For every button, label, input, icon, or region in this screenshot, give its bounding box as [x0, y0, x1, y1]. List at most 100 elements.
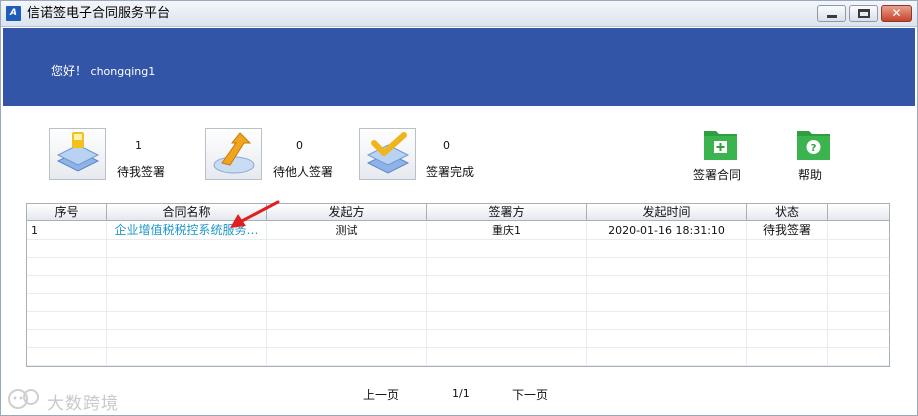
username: chongqing1: [90, 65, 156, 78]
empty-cell: [267, 276, 427, 294]
watermark-text: 大数跨境: [47, 394, 119, 414]
pending-me-button[interactable]: [49, 128, 106, 180]
empty-cell: [107, 294, 267, 312]
empty-cell: [27, 258, 107, 276]
pending-others-label: 待他人签署: [273, 165, 334, 179]
header-banner: 您好！ chongqing1: [3, 28, 915, 106]
check-layers-icon: [366, 132, 410, 174]
empty-cell: [747, 294, 828, 312]
empty-cell: [587, 258, 747, 276]
empty-cell: [267, 330, 427, 348]
empty-cell: [427, 294, 587, 312]
empty-cell: [747, 240, 828, 258]
empty-cell: [747, 348, 828, 366]
empty-cell: [747, 276, 828, 294]
completed-button[interactable]: [359, 128, 416, 180]
watermark-logo-icon: [8, 389, 39, 409]
empty-cell: [747, 312, 828, 330]
empty-cell: [27, 312, 107, 330]
column-header-signer[interactable]: 签署方: [427, 204, 587, 221]
empty-cell: [107, 330, 267, 348]
pagination: 上一页 1/1 下一页: [1, 386, 918, 404]
empty-cell: [267, 258, 427, 276]
pending-me-label: 待我签署: [117, 165, 166, 179]
empty-cell: [427, 330, 587, 348]
greeting-label: 您好！: [51, 64, 88, 78]
empty-cell: [587, 330, 747, 348]
empty-cell: [267, 348, 427, 366]
user-greeting: 您好！ chongqing1: [51, 62, 155, 79]
empty-table-row: [27, 240, 889, 258]
empty-cell: [27, 348, 107, 366]
empty-cell: [427, 276, 587, 294]
annotation-arrow-icon: [230, 200, 280, 228]
minimize-icon: [827, 15, 837, 18]
row-time: 2020-01-16 18:31:10: [587, 222, 747, 240]
empty-cell: [587, 294, 747, 312]
folder-question-icon[interactable]: ?: [796, 127, 831, 161]
minimize-button[interactable]: [817, 5, 846, 22]
empty-table-row: [27, 348, 889, 366]
row-status: 待我签署: [747, 222, 828, 240]
pending-others-button[interactable]: [205, 128, 262, 180]
empty-cell: [27, 240, 107, 258]
empty-table-row: [27, 330, 889, 348]
empty-cell: [587, 312, 747, 330]
completed-count: 0: [443, 139, 450, 152]
empty-cell: [427, 258, 587, 276]
empty-cell: [267, 240, 427, 258]
row-index: 1: [27, 222, 107, 240]
empty-table-row: [27, 312, 889, 330]
empty-cell: [107, 258, 267, 276]
empty-cell: [427, 312, 587, 330]
app-window: A 信诺签电子合同服务平台 ✕ 您好！ chongqing1 1 待我签署 0 …: [0, 0, 918, 416]
empty-cell: [427, 348, 587, 366]
maximize-button[interactable]: [849, 5, 878, 22]
empty-cell: [587, 348, 747, 366]
app-logo-icon: A: [6, 6, 21, 21]
pending-me-count: 1: [135, 139, 142, 152]
pending-others-count: 0: [296, 139, 303, 152]
prev-page-button[interactable]: 上一页: [363, 386, 399, 403]
empty-cell: [107, 240, 267, 258]
empty-cell: [747, 258, 828, 276]
empty-cell: [107, 348, 267, 366]
empty-cell: [427, 240, 587, 258]
empty-cell: [587, 276, 747, 294]
column-header-initiator[interactable]: 发起方: [267, 204, 427, 221]
window-title: 信诺签电子合同服务平台: [27, 6, 171, 21]
close-icon: ✕: [891, 6, 902, 20]
title-bar: A 信诺签电子合同服务平台 ✕: [1, 1, 917, 27]
empty-cell: [267, 312, 427, 330]
empty-table-row: [27, 258, 889, 276]
contract-table: 序号 合同名称 发起方 签署方 发起时间 状态 1 企业增值税税控系统服务… 测…: [26, 203, 890, 367]
column-header-index[interactable]: 序号: [27, 204, 107, 221]
help-label[interactable]: 帮助: [798, 166, 822, 183]
table-header: 序号 合同名称 发起方 签署方 发起时间 状态: [27, 204, 889, 221]
empty-cell: [27, 276, 107, 294]
empty-cell: [27, 330, 107, 348]
next-page-button[interactable]: 下一页: [512, 386, 548, 403]
empty-cell: [107, 276, 267, 294]
column-header-status[interactable]: 状态: [747, 204, 828, 221]
page-indicator: 1/1: [452, 387, 470, 400]
empty-cell: [107, 312, 267, 330]
sign-contract-label[interactable]: 签署合同: [693, 166, 741, 183]
completed-label: 签署完成: [426, 165, 475, 179]
watermark: 大数跨境: [7, 386, 127, 414]
svg-text:?: ?: [811, 143, 817, 154]
row-initiator: 测试: [267, 222, 427, 240]
close-button[interactable]: ✕: [881, 5, 912, 22]
empty-table-row: [27, 276, 889, 294]
layers-icon: [56, 132, 100, 172]
arrow-up-layers-icon: [213, 132, 255, 174]
maximize-icon: [858, 9, 870, 18]
empty-cell: [27, 294, 107, 312]
column-header-time[interactable]: 发起时间: [587, 204, 747, 221]
folder-plus-icon[interactable]: [703, 127, 738, 161]
table-row[interactable]: 1 企业增值税税控系统服务… 测试 重庆1 2020-01-16 18:31:1…: [27, 222, 889, 240]
row-signer: 重庆1: [427, 222, 587, 240]
empty-table-row: [27, 294, 889, 312]
empty-cell: [587, 240, 747, 258]
empty-cell: [267, 294, 427, 312]
